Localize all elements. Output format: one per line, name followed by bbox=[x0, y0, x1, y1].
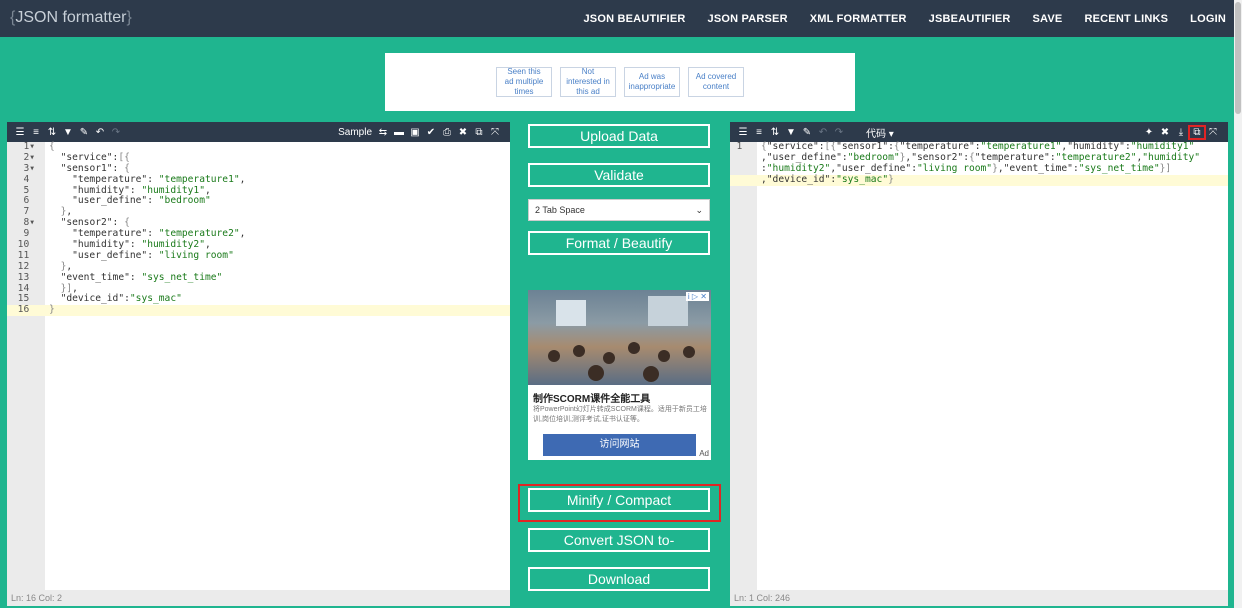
format-beautify-button[interactable]: Format / Beautify bbox=[528, 231, 710, 255]
code-line[interactable]: 11 "user_define": "living room" bbox=[7, 249, 510, 262]
logo[interactable]: {JSON formatter} bbox=[10, 9, 132, 27]
code-line[interactable]: 16 } bbox=[7, 304, 510, 317]
output-lines: 1 {"service":[{"sensor1":{"temperature":… bbox=[730, 141, 1228, 186]
code-line[interactable]: 6 "user_define": "bedroom" bbox=[7, 196, 510, 207]
output-editor-toolbar: ☰ ≡ ⇅ ▼ ✎ ↶ ↷ 代码 ▾ ✦ ✖ ⤓ ⧉ ⤧ bbox=[730, 122, 1228, 142]
chevron-down-icon: ⌄ bbox=[695, 205, 703, 215]
pin-icon[interactable]: ✦ bbox=[1142, 127, 1156, 138]
input-code-area[interactable]: 1▾{2▾ "service":[{3▾ "sensor1": {4 "temp… bbox=[7, 141, 510, 590]
ad-description: 将PowerPoint幻灯片转成SCORM课程。适用于新员工培训,岗位培训,测评… bbox=[533, 406, 707, 423]
input-editor-toolbar: ☰ ≡ ⇅ ▼ ✎ ↶ ↷ Sample ⇆ ▬ ▣ ✔ ⎙ ✖ ⧉ ⤧ bbox=[7, 122, 510, 142]
code-mode-dropdown[interactable]: 代码 ▾ bbox=[866, 125, 894, 140]
ad-visit-button[interactable]: 访问网站 bbox=[543, 434, 696, 456]
line-number: 4 bbox=[23, 173, 35, 185]
top-navbar: {JSON formatter} JSON BEAUTIFIER JSON PA… bbox=[0, 0, 1234, 37]
save-icon[interactable]: ▣ bbox=[408, 127, 422, 138]
download-icon[interactable]: ⤓ bbox=[1174, 127, 1188, 138]
line-number: 1 bbox=[736, 141, 748, 152]
clear-icon[interactable]: ✖ bbox=[1158, 127, 1172, 138]
line-number: 13 bbox=[17, 271, 35, 283]
sort-icon[interactable]: ⇅ bbox=[45, 127, 59, 138]
output-editor[interactable]: ☰ ≡ ⇅ ▼ ✎ ↶ ↷ 代码 ▾ ✦ ✖ ⤓ ⧉ ⤧ 1 {"service… bbox=[730, 122, 1228, 606]
check-icon[interactable]: ✔ bbox=[424, 127, 438, 138]
sort-icon[interactable]: ⇅ bbox=[768, 127, 782, 138]
copy-icon[interactable]: ⧉ bbox=[472, 127, 486, 138]
undo-icon[interactable]: ↶ bbox=[93, 127, 107, 138]
nav-login[interactable]: LOGIN bbox=[1190, 13, 1226, 25]
clear-icon[interactable]: ✖ bbox=[456, 127, 470, 138]
minify-compact-button[interactable]: Minify / Compact bbox=[528, 488, 710, 512]
sample-label[interactable]: Sample bbox=[338, 127, 372, 138]
line-text: "user_define": "bedroom" bbox=[72, 195, 211, 207]
line-text: ,"device_id":"sys_mac"} bbox=[761, 173, 894, 185]
nav-jsbeautifier[interactable]: JSBEAUTIFIER bbox=[929, 13, 1011, 25]
ad-feedback-covered-content[interactable]: Ad covered content bbox=[688, 67, 744, 97]
format-icon[interactable]: ☰ bbox=[736, 127, 750, 138]
nav-links: JSON BEAUTIFIER JSON PARSER XML FORMATTE… bbox=[561, 0, 1226, 37]
page-scrollbar[interactable] bbox=[1234, 0, 1242, 608]
fullscreen-icon[interactable]: ⤧ bbox=[488, 127, 502, 138]
nav-json-beautifier[interactable]: JSON BEAUTIFIER bbox=[583, 13, 685, 25]
output-code-area[interactable]: 1 {"service":[{"sensor1":{"temperature":… bbox=[730, 141, 1228, 590]
validate-button[interactable]: Validate bbox=[528, 163, 710, 187]
input-status-bar: Ln: 16 Col: 2 bbox=[7, 590, 510, 606]
line-text: } bbox=[49, 304, 55, 316]
redo-icon[interactable]: ↷ bbox=[832, 127, 846, 138]
repair-icon[interactable]: ✎ bbox=[77, 127, 91, 138]
nav-xml-formatter[interactable]: XML FORMATTER bbox=[810, 13, 907, 25]
ad-feedback-banner: Seen this ad multiple times Not interest… bbox=[385, 53, 855, 111]
output-gutter bbox=[730, 142, 757, 590]
ad-tag: Ad bbox=[699, 449, 709, 458]
ad-close-icon[interactable]: i ▷ ✕ bbox=[685, 292, 709, 301]
line-number: 16 bbox=[17, 304, 35, 316]
line-text: "device_id":"sys_mac" bbox=[60, 293, 182, 305]
code-line[interactable]: 15 "device_id":"sys_mac" bbox=[7, 294, 510, 305]
advertisement[interactable]: i ▷ ✕ 制作SCORM课件全能工具 将PowerPoint幻灯片转成SCOR… bbox=[528, 290, 711, 460]
output-status-bar: Ln: 1 Col: 246 bbox=[730, 590, 1228, 606]
upload-data-button[interactable]: Upload Data bbox=[528, 124, 710, 148]
line-text: "event_time": "sys_net_time" bbox=[60, 271, 223, 283]
nav-recent-links[interactable]: RECENT LINKS bbox=[1084, 13, 1168, 25]
fullscreen-icon[interactable]: ⤧ bbox=[1206, 127, 1220, 138]
copy-icon[interactable]: ⧉ bbox=[1188, 124, 1206, 140]
ad-title[interactable]: 制作SCORM课件全能工具 bbox=[533, 390, 650, 405]
folder-icon[interactable]: ▬ bbox=[392, 127, 406, 138]
undo-icon[interactable]: ↶ bbox=[816, 127, 830, 138]
convert-json-button[interactable]: Convert JSON to- bbox=[528, 528, 710, 552]
redo-icon[interactable]: ↷ bbox=[109, 127, 123, 138]
ad-feedback-inappropriate[interactable]: Ad was inappropriate bbox=[624, 67, 680, 97]
page: {JSON formatter} JSON BEAUTIFIER JSON PA… bbox=[0, 0, 1242, 608]
line-text: "user_define": "living room" bbox=[72, 249, 234, 261]
ad-feedback-seen-multiple[interactable]: Seen this ad multiple times bbox=[496, 67, 552, 97]
input-lines: 1▾{2▾ "service":[{3▾ "sensor1": {4 "temp… bbox=[7, 141, 510, 317]
code-line[interactable]: 13 "event_time": "sys_net_time" bbox=[7, 271, 510, 284]
ad-feedback-not-interested[interactable]: Not interested in this ad bbox=[560, 67, 616, 97]
nav-save[interactable]: SAVE bbox=[1033, 13, 1063, 25]
compact-icon[interactable]: ≡ bbox=[752, 127, 766, 138]
indent-select[interactable]: 2 Tab Space ⌄ bbox=[528, 199, 710, 221]
print-icon[interactable]: ⎙ bbox=[440, 127, 454, 138]
format-icon[interactable]: ☰ bbox=[13, 127, 27, 138]
repair-icon[interactable]: ✎ bbox=[800, 127, 814, 138]
sample-icon[interactable]: ⇆ bbox=[376, 127, 390, 138]
compact-icon[interactable]: ≡ bbox=[29, 127, 43, 138]
input-editor[interactable]: ☰ ≡ ⇅ ▼ ✎ ↶ ↷ Sample ⇆ ▬ ▣ ✔ ⎙ ✖ ⧉ ⤧ 1▾{… bbox=[7, 122, 510, 606]
code-line[interactable]: ,"device_id":"sys_mac"} bbox=[730, 173, 1228, 186]
nav-json-parser[interactable]: JSON PARSER bbox=[708, 13, 788, 25]
download-button[interactable]: Download bbox=[528, 567, 710, 591]
ad-image[interactable]: i ▷ ✕ bbox=[528, 290, 711, 385]
filter-icon[interactable]: ▼ bbox=[61, 127, 75, 138]
scrollbar-thumb[interactable] bbox=[1235, 2, 1241, 114]
filter-icon[interactable]: ▼ bbox=[784, 127, 798, 138]
